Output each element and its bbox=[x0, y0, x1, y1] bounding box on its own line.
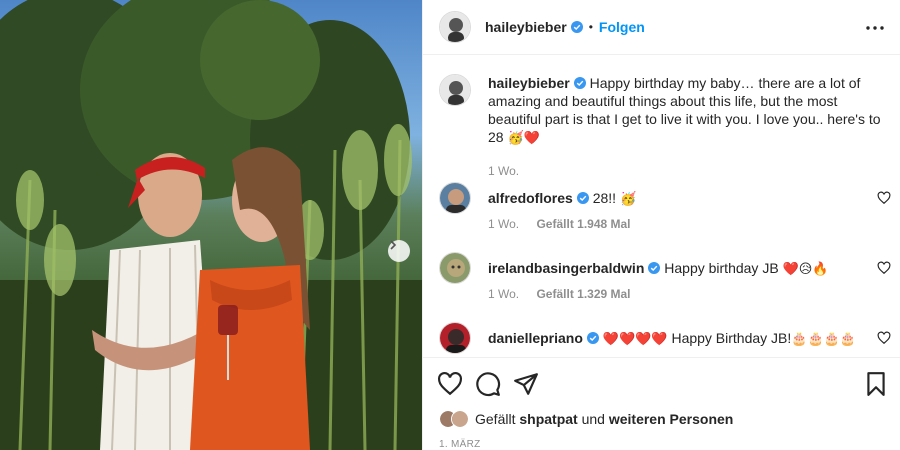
comment-meta: 1 Wo. Gefällt 1.948 Mal bbox=[488, 217, 645, 231]
likes-summary: Gefällt shpatpat und weiteren Personen bbox=[439, 410, 733, 428]
more-options-icon bbox=[866, 26, 884, 30]
bookmark-icon[interactable] bbox=[863, 371, 889, 397]
comment-item: irelandbasingerbaldwin Happy birthday JB… bbox=[439, 252, 891, 312]
caption-avatar[interactable] bbox=[439, 74, 471, 106]
comment-likes[interactable]: Gefällt 1.948 Mal bbox=[536, 217, 630, 231]
caption-time[interactable]: 1 Wo. bbox=[488, 164, 519, 178]
comment-username[interactable]: daniellepriano bbox=[488, 330, 583, 346]
post-photo[interactable] bbox=[0, 0, 422, 450]
comment-text: Happy Birthday JB! bbox=[671, 330, 792, 346]
comment-meta: 1 Wo. Gefällt 1.329 Mal bbox=[488, 287, 645, 301]
comment-likes[interactable]: Gefällt 1.329 Mal bbox=[536, 287, 630, 301]
likers-avatars bbox=[439, 410, 469, 428]
post-sidebar: haileybieber • Folgen haileybieber Happy… bbox=[422, 0, 900, 450]
liker-avatar bbox=[451, 410, 469, 428]
comment-icon[interactable] bbox=[475, 371, 501, 397]
caption: haileybieber Happy birthday my baby… the… bbox=[439, 74, 888, 178]
photo-illustration bbox=[0, 0, 422, 450]
caption-emojis: 🥳❤️ bbox=[507, 131, 540, 146]
more-options-button[interactable] bbox=[863, 16, 887, 40]
post-actions: Gefällt shpatpat und weiteren Personen 1… bbox=[423, 357, 900, 450]
verified-badge-icon bbox=[576, 192, 589, 204]
comment-username[interactable]: irelandbasingerbaldwin bbox=[488, 260, 644, 276]
comment-text: Happy birthday JB bbox=[664, 260, 779, 276]
comment-heart-icon[interactable] bbox=[877, 261, 891, 275]
caption-meta: 1 Wo. bbox=[488, 164, 533, 178]
chevron-right-icon bbox=[390, 240, 397, 250]
comment-username[interactable]: alfredoflores bbox=[488, 190, 573, 206]
liked-user-link[interactable]: shpatpat bbox=[519, 411, 577, 427]
share-icon[interactable] bbox=[513, 371, 539, 397]
verified-badge-icon bbox=[648, 262, 661, 274]
verified-badge-icon bbox=[570, 21, 583, 33]
comment-heart-icon[interactable] bbox=[877, 331, 891, 345]
verified-badge-icon bbox=[573, 77, 586, 89]
comment-emojis: ❤️😥🔥 bbox=[782, 262, 829, 277]
comment-emojis: 🎂🎂🎂🎂 bbox=[791, 332, 857, 347]
comment-body: irelandbasingerbaldwin Happy birthday JB… bbox=[488, 259, 868, 279]
likes-others-link[interactable]: weiteren Personen bbox=[609, 411, 734, 427]
comment-body: daniellepriano ❤️❤️❤️❤️ Happy Birthday J… bbox=[488, 329, 900, 349]
comment-item: alfredoflores 28!! 🥳 1 Wo. Gefällt 1.948… bbox=[439, 182, 891, 242]
post-header: haileybieber • Folgen bbox=[423, 0, 900, 55]
commenter-avatar[interactable] bbox=[439, 182, 471, 214]
heart-icon[interactable] bbox=[437, 371, 463, 397]
header-separator: • bbox=[588, 20, 593, 34]
author-avatar[interactable] bbox=[439, 11, 471, 43]
comment-text: 28!! bbox=[592, 190, 617, 206]
comment-time[interactable]: 1 Wo. bbox=[488, 287, 519, 301]
caption-body: haileybieber Happy birthday my baby… the… bbox=[488, 74, 888, 148]
comments-list[interactable]: haileybieber Happy birthday my baby… the… bbox=[423, 56, 900, 356]
likes-prefix: Gefällt bbox=[475, 411, 516, 427]
follow-button[interactable]: Folgen bbox=[599, 19, 645, 35]
carousel-next-button[interactable] bbox=[388, 240, 410, 262]
author-username[interactable]: haileybieber bbox=[485, 19, 567, 35]
post-date[interactable]: 1. MÄRZ bbox=[439, 439, 481, 450]
commenter-avatar[interactable] bbox=[439, 252, 471, 284]
caption-username[interactable]: haileybieber bbox=[488, 75, 570, 91]
verified-badge-icon bbox=[586, 332, 599, 344]
likes-middle: und bbox=[581, 411, 605, 427]
comment-body: alfredoflores 28!! 🥳 bbox=[488, 189, 868, 209]
comment-emojis: 🥳 bbox=[619, 192, 637, 207]
comment-emojis-before: ❤️❤️❤️❤️ bbox=[602, 332, 668, 347]
comment-time[interactable]: 1 Wo. bbox=[488, 217, 519, 231]
comment-item: daniellepriano ❤️❤️❤️❤️ Happy Birthday J… bbox=[439, 322, 891, 356]
comment-heart-icon[interactable] bbox=[877, 191, 891, 205]
commenter-avatar[interactable] bbox=[439, 322, 471, 354]
